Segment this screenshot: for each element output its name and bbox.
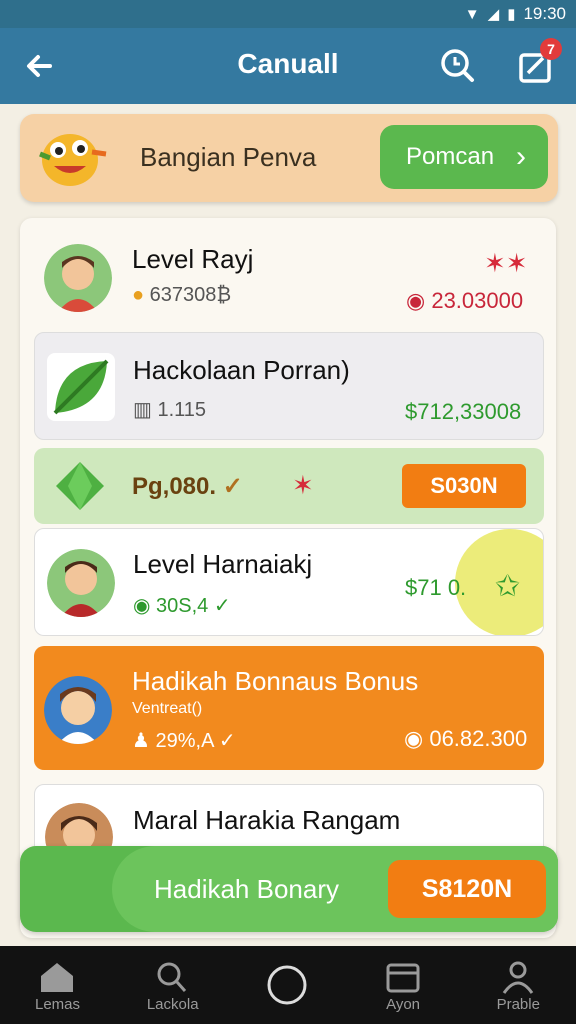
- person-icon: ♟: [132, 730, 150, 752]
- app-bar: Canuall 7: [0, 28, 576, 104]
- wifi-icon: ▼: [464, 5, 480, 23]
- coin-icon: ●: [132, 284, 145, 306]
- battery-icon: ▮: [507, 6, 516, 23]
- list-item[interactable]: Hadikah Bonnaus Bonus Ventreat() ♟ 29%,A…: [34, 646, 544, 770]
- nav-home[interactable]: Lemas: [0, 946, 115, 1024]
- profile-icon: [502, 961, 533, 994]
- list-item[interactable]: Pg,080. ✓ ✶ S030N: [34, 448, 544, 524]
- mascot-icon: [36, 124, 108, 190]
- nav-label: Ayon: [386, 996, 421, 1013]
- banner-cta-button[interactable]: Pomcan ›: [380, 125, 548, 189]
- item-title: Level Rayj: [132, 244, 254, 274]
- leaf-icon: [47, 353, 115, 421]
- search-icon[interactable]: [438, 46, 478, 86]
- item-amount: ◉ 06.82.300: [404, 726, 528, 751]
- status-bar: ▼ ◢ ▮ 19:30: [0, 0, 576, 28]
- banner-title: Bangian Penva: [140, 142, 317, 172]
- nav-label: Prable: [496, 996, 540, 1013]
- nav-profile[interactable]: Prable: [461, 946, 576, 1024]
- check-icon: ✓: [222, 473, 243, 500]
- item-title: Hackolaan Porran): [133, 355, 350, 385]
- avatar: [44, 676, 112, 744]
- gem-icon: [52, 458, 108, 514]
- banner-cta-label: Pomcan: [406, 143, 495, 170]
- item-action-button[interactable]: S030N: [402, 464, 526, 508]
- item-stat: ♟ 29%,A ✓: [132, 730, 236, 752]
- nav-label: Lemas: [34, 996, 81, 1013]
- floating-bar-button[interactable]: S8120N: [388, 860, 546, 918]
- coin-icon: ◉: [406, 288, 426, 313]
- nav-wallet[interactable]: Ayon: [346, 946, 461, 1024]
- floating-action-bar: Hadikah Bonary S8120N: [20, 846, 558, 932]
- nav-search[interactable]: Lackola: [115, 946, 230, 1024]
- promo-banner: Bangian Penva Pomcan ›: [20, 114, 558, 202]
- item-subtitle: ◉ 30S,4 ✓: [133, 595, 231, 617]
- signal-icon: ◢: [487, 6, 500, 23]
- coin-icon: ◉: [404, 726, 424, 751]
- item-title: Hadikah Bonnaus Bonus: [132, 666, 419, 696]
- nav-center[interactable]: [230, 946, 345, 1024]
- item-subtitle: ▥ 1.115: [133, 399, 207, 421]
- status-time: 19:30: [523, 4, 566, 23]
- check-icon: ✓: [213, 595, 231, 617]
- inbox-button[interactable]: 7: [516, 38, 562, 86]
- notification-badge: 7: [540, 38, 562, 60]
- star-icon: ✶✶: [484, 248, 528, 278]
- list-item[interactable]: Level Rayj ● 637308₿ ✶✶ ◉ 23.03000: [34, 226, 544, 328]
- nav-label: Lackola: [146, 996, 199, 1013]
- item-title: Level Harnaiakj: [133, 549, 313, 579]
- item-subtitle: ● 637308₿: [132, 284, 232, 306]
- check-icon: ✓: [218, 730, 236, 752]
- item-amount: $71 0.: [405, 575, 467, 600]
- list-item[interactable]: Level Harnaiakj ◉ 30S,4 ✓ $71 0. ✩: [34, 528, 544, 636]
- page-title: Canuall: [237, 48, 339, 79]
- reward-list: Level Rayj ● 637308₿ ✶✶ ◉ 23.03000 Hacko…: [20, 218, 556, 938]
- star-icon: ✶: [292, 470, 314, 500]
- item-amount: ◉ 23.03000: [406, 288, 524, 313]
- item-amount: $712,33008: [405, 399, 522, 424]
- star-icon: ✩: [495, 570, 521, 603]
- bottom-nav: Lemas Lackola Ayon Prable: [0, 946, 576, 1024]
- avatar: [44, 244, 112, 312]
- coin-icon: ◉: [133, 595, 151, 617]
- wallet-icon: [386, 963, 420, 993]
- item-subtitle: Ventreat(): [132, 700, 203, 717]
- list-item[interactable]: Hackolaan Porran) ▥ 1.115 $712,33008: [34, 332, 544, 440]
- circle-home-icon: [267, 965, 307, 1005]
- avatar: [47, 549, 115, 617]
- floating-bar-label: Hadikah Bonary: [154, 874, 339, 904]
- item-title: Maral Harakia Rangam: [133, 805, 401, 835]
- search-icon: [157, 962, 187, 992]
- item-title: Pg,080. ✓: [132, 473, 243, 500]
- chart-icon: ▥: [133, 399, 152, 421]
- home-icon: [41, 963, 73, 992]
- chevron-right-icon: ›: [516, 140, 527, 173]
